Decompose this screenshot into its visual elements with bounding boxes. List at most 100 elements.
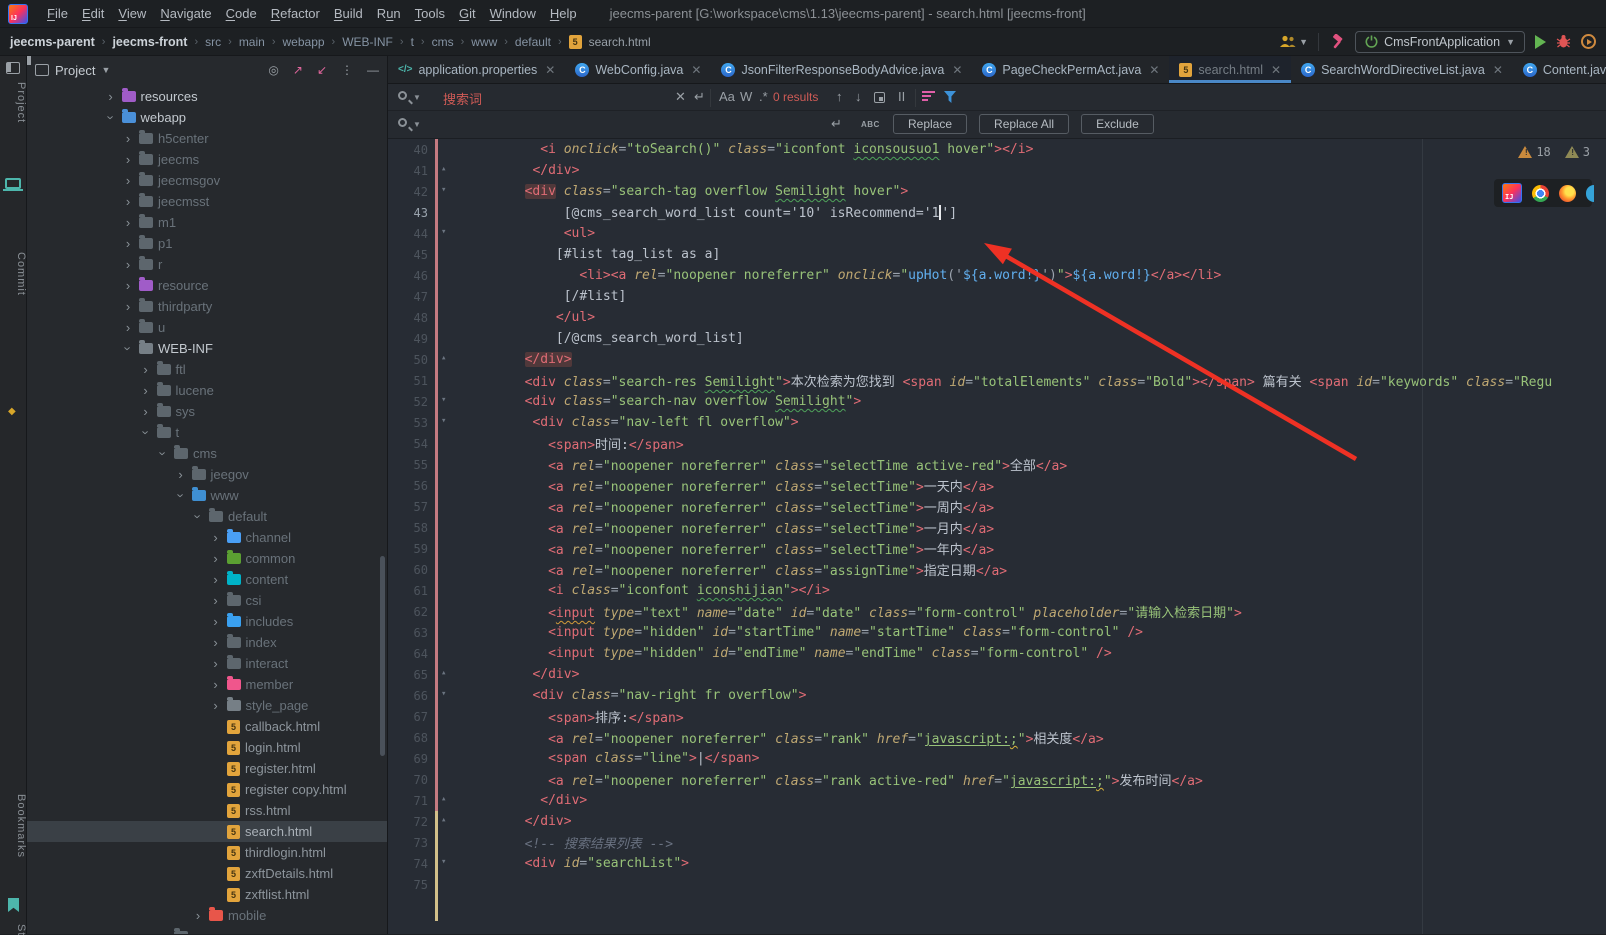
more-options-icon[interactable]: ⋮ xyxy=(341,63,353,77)
fold-marker-icon[interactable]: ▴ xyxy=(441,668,446,678)
expand-all-icon[interactable]: ↗ xyxy=(293,63,303,77)
menu-tools[interactable]: Tools xyxy=(408,3,452,24)
stripe-structure[interactable]: Structure xyxy=(0,924,27,935)
run-configuration-select[interactable]: CmsFrontApplication ▼ xyxy=(1355,31,1525,53)
collapse-all-icon[interactable]: ↙ xyxy=(317,63,327,77)
code-line-58[interactable]: 58<a rel="noopener noreferrer" class="se… xyxy=(388,517,1606,538)
menu-navigate[interactable]: Navigate xyxy=(153,3,218,24)
code-line-75[interactable]: 75 xyxy=(388,874,1606,895)
code-line-68[interactable]: 68<a rel="noopener noreferrer" class="ra… xyxy=(388,727,1606,748)
laptop-icon[interactable] xyxy=(5,178,21,189)
close-icon[interactable]: ✕ xyxy=(545,63,555,77)
find-in-selection-icon[interactable]: II xyxy=(898,89,905,104)
tree-item-register.html[interactable]: 5register.html xyxy=(27,758,387,779)
locate-icon[interactable]: ◎ xyxy=(268,63,278,77)
tree-item-r[interactable]: ›r xyxy=(27,254,387,275)
code-line-40[interactable]: 40<i onclick="toSearch()" class="iconfon… xyxy=(388,139,1606,160)
code-line-71[interactable]: 71▴</div> xyxy=(388,790,1606,811)
tree-item-index[interactable]: ›index xyxy=(27,632,387,653)
tree-chevron-icon[interactable]: › xyxy=(140,404,152,419)
tree-item-common[interactable]: ›common xyxy=(27,548,387,569)
filter-results-icon[interactable] xyxy=(922,91,935,103)
code-line-72[interactable]: 72▴</div> xyxy=(388,811,1606,832)
stripe-commit[interactable]: Commit xyxy=(0,252,27,296)
tree-chevron-icon[interactable]: › xyxy=(122,173,134,188)
code-line-51[interactable]: 51<div class="search-res Semilight">本次检索… xyxy=(388,370,1606,391)
breadcrumb-item[interactable]: jeecms-front xyxy=(112,35,187,49)
tree-chevron-icon[interactable]: › xyxy=(122,152,134,167)
menu-file[interactable]: File xyxy=(40,3,75,24)
fold-marker-icon[interactable]: ▾ xyxy=(441,395,446,405)
debug-button[interactable] xyxy=(1556,34,1571,49)
breadcrumb-item[interactable]: search.html xyxy=(589,35,651,49)
code-line-42[interactable]: 42▾<div class="search-tag overflow Semil… xyxy=(388,181,1606,202)
search-input[interactable]: 搜索词 xyxy=(443,89,482,108)
fold-marker-icon[interactable]: ▾ xyxy=(441,857,446,867)
close-icon[interactable]: ✕ xyxy=(675,89,686,105)
breadcrumb-item[interactable]: jeecms-parent xyxy=(10,35,95,49)
code-line-70[interactable]: 70<a rel="noopener noreferrer" class="ra… xyxy=(388,769,1606,790)
breadcrumb-item[interactable]: main xyxy=(239,35,265,49)
tree-chevron-icon[interactable]: › xyxy=(138,427,153,439)
tree-item-u[interactable]: ›u xyxy=(27,317,387,338)
tree-chevron-icon[interactable]: › xyxy=(210,530,222,545)
tree-item-search.html[interactable]: 5search.html xyxy=(27,821,387,842)
tree-item-webapp[interactable]: ›webapp xyxy=(27,107,387,128)
build-hammer-icon[interactable] xyxy=(1329,34,1345,50)
tree-chevron-icon[interactable]: › xyxy=(140,362,152,377)
close-icon[interactable]: ✕ xyxy=(1271,63,1281,77)
tree-item-mobile[interactable]: ›mobile xyxy=(27,905,387,926)
tree-chevron-icon[interactable]: › xyxy=(156,448,171,460)
menu-git[interactable]: Git xyxy=(452,3,483,24)
code-line-65[interactable]: 65▴</div> xyxy=(388,664,1606,685)
code-line-50[interactable]: 50▴</div> xyxy=(388,349,1606,370)
tree-chevron-icon[interactable]: › xyxy=(122,236,134,251)
tree-chevron-icon[interactable]: › xyxy=(210,698,222,713)
breadcrumb-item[interactable]: src xyxy=(205,35,221,49)
code-line-63[interactable]: 63<input type="hidden" id="startTime" na… xyxy=(388,622,1606,643)
tree-chevron-icon[interactable]: › xyxy=(121,343,136,355)
breadcrumb-item[interactable]: t xyxy=(411,35,414,49)
tree-item-sys[interactable]: ›sys xyxy=(27,401,387,422)
chrome-icon[interactable] xyxy=(1532,185,1549,202)
code-line-41[interactable]: 41▴</div> xyxy=(388,160,1606,181)
tree-item-content[interactable]: ›content xyxy=(27,569,387,590)
breadcrumb-item[interactable]: www xyxy=(471,35,497,49)
tree-item-style_page[interactable]: ›style_page xyxy=(27,695,387,716)
code-line-66[interactable]: 66▾<div class="nav-right fr overflow"> xyxy=(388,685,1606,706)
code-line-44[interactable]: 44▾<ul> xyxy=(388,223,1606,244)
words-toggle[interactable]: W xyxy=(740,89,752,104)
menu-refactor[interactable]: Refactor xyxy=(264,3,327,24)
code-editor[interactable]: 40<i onclick="toSearch()" class="iconfon… xyxy=(388,139,1606,934)
close-icon[interactable]: ✕ xyxy=(1149,63,1159,77)
intellij-preview-icon[interactable] xyxy=(1502,183,1522,203)
tree-chevron-icon[interactable]: › xyxy=(122,215,134,230)
fold-marker-icon[interactable]: ▾ xyxy=(441,185,446,195)
tree-item-zxftDetails.html[interactable]: 5zxftDetails.html xyxy=(27,863,387,884)
tree-chevron-icon[interactable]: › xyxy=(210,572,222,587)
fold-marker-icon[interactable]: ▴ xyxy=(441,164,446,174)
tree-chevron-icon[interactable]: › xyxy=(210,551,222,566)
tree-chevron-icon[interactable]: › xyxy=(191,511,206,523)
run-button[interactable] xyxy=(1535,35,1546,49)
tree-chevron-icon[interactable]: › xyxy=(122,131,134,146)
menu-edit[interactable]: Edit xyxy=(75,3,111,24)
newline-icon[interactable]: ↵ xyxy=(831,116,842,132)
tree-chevron-icon[interactable]: › xyxy=(210,614,222,629)
breadcrumb-item[interactable]: cms xyxy=(432,35,454,49)
filter-funnel-icon[interactable] xyxy=(944,91,956,103)
tree-item-resources[interactable]: ›resources xyxy=(27,86,387,107)
select-all-occurrences-icon[interactable] xyxy=(874,92,885,103)
menu-build[interactable]: Build xyxy=(327,3,370,24)
profiler-button[interactable] xyxy=(1581,34,1596,49)
code-line-47[interactable]: 47[/#list] xyxy=(388,286,1606,307)
stripe-project[interactable]: Project xyxy=(0,82,27,123)
match-case-toggle[interactable]: Aa xyxy=(719,89,735,104)
tree-item-m1[interactable]: ›m1 xyxy=(27,212,387,233)
fold-marker-icon[interactable]: ▴ xyxy=(441,353,446,363)
hide-panel-icon[interactable]: — xyxy=(367,63,379,77)
exclude-button[interactable]: Exclude xyxy=(1081,114,1154,134)
prev-occurrence-icon[interactable]: ↑ xyxy=(836,89,843,104)
code-line-64[interactable]: 64<input type="hidden" id="endTime" name… xyxy=(388,643,1606,664)
tab-WebConfig.java[interactable]: CWebConfig.java✕ xyxy=(565,56,711,83)
